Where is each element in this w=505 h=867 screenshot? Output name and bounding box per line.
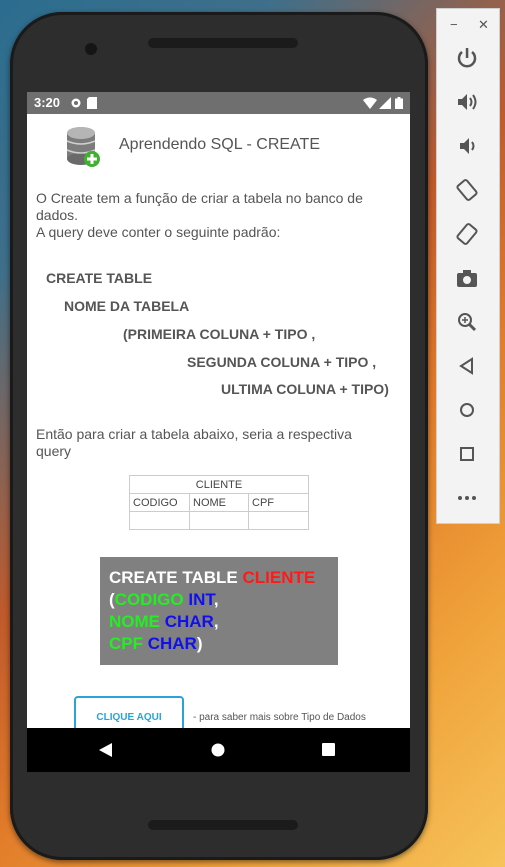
navigation-bar <box>27 728 410 772</box>
cliente-table: CLIENTE CODIGO NOME CPF <box>129 475 309 530</box>
sql-keyword: CREATE TABLE <box>109 568 243 587</box>
table-title-cell: CLIENTE <box>129 475 309 494</box>
front-camera <box>85 43 97 55</box>
pattern-line-2: NOME DA TABELA <box>64 298 190 314</box>
sql-comma: , <box>213 612 219 631</box>
home-icon[interactable] <box>211 743 225 757</box>
back-icon[interactable] <box>99 743 113 757</box>
sql-column-name: CODIGO <box>114 590 184 609</box>
table-header-cell: CPF <box>248 493 309 512</box>
minimize-icon[interactable]: − <box>450 17 458 32</box>
pattern-line-1: CREATE TABLE <box>46 270 153 286</box>
battery-icon <box>395 97 403 109</box>
more-options-icon[interactable] <box>454 485 480 511</box>
sql-column-type: CHAR <box>160 612 214 631</box>
earpiece-speaker <box>148 38 298 48</box>
sql-code-box: CREATE TABLE CLIENTE (CODIGO INT, NOME C… <box>100 557 338 665</box>
intro-text-line-3: A query deve conter o seguinte padrão: <box>36 224 281 240</box>
power-icon[interactable] <box>454 45 480 71</box>
sql-table-name: CLIENTE <box>242 568 316 587</box>
table-header-cell: CODIGO <box>129 493 190 512</box>
device-screen: 3:20 Aprendendo SQL - CREATE O Create te… <box>27 92 410 772</box>
recents-icon[interactable] <box>322 743 335 756</box>
sql-line-2: (CODIGO INT, <box>109 589 219 611</box>
table-empty-cell <box>248 511 309 530</box>
volume-up-icon[interactable] <box>454 89 480 115</box>
sql-close-paren: ) <box>196 634 203 653</box>
pattern-line-5: ULTIMA COLUNA + TIPO) <box>221 381 389 397</box>
sql-line-1: CREATE TABLE CLIENTE <box>109 567 315 589</box>
app-title: Aprendendo SQL - CREATE <box>119 136 320 153</box>
table-header-cell: NOME <box>189 493 249 512</box>
sd-card-icon <box>87 97 97 109</box>
close-icon[interactable]: ✕ <box>478 17 489 33</box>
pattern-line-4: SEGUNDA COLUNA + TIPO , <box>187 354 377 370</box>
sql-line-4: CPF CHAR) <box>109 633 203 655</box>
pattern-line-3: (PRIMEIRA COLUNA + TIPO , <box>123 326 316 342</box>
notification-icon <box>71 98 81 108</box>
example-text-line-1: Então para criar a tabela abaixo, seria … <box>36 426 352 442</box>
bottom-speaker <box>148 820 298 830</box>
app-header: Aprendendo SQL - CREATE <box>27 114 410 169</box>
overview-icon[interactable] <box>454 441 480 467</box>
sql-column-type: CHAR <box>143 634 197 653</box>
app-content: Aprendendo SQL - CREATE O Create tem a f… <box>27 114 410 728</box>
status-bar: 3:20 <box>27 92 410 114</box>
wifi-icon <box>363 97 377 109</box>
table-empty-cell <box>129 511 190 530</box>
intro-text-line-1: O Create tem a função de criar a tabela … <box>36 190 363 206</box>
table-empty-cell <box>189 511 249 530</box>
button-note: - para saber mais sobre Tipo de Dados <box>193 712 366 723</box>
sql-column-name: NOME <box>109 612 160 631</box>
sql-column-name: CPF <box>109 634 143 653</box>
status-time: 3:20 <box>34 95 61 110</box>
signal-icon <box>379 97 391 109</box>
intro-text-line-2: dados. <box>36 207 79 223</box>
sql-column-type: INT <box>183 590 214 609</box>
emulator-control-panel: − ✕ <box>436 8 500 524</box>
sql-line-3: NOME CHAR, <box>109 611 219 633</box>
rotate-right-icon[interactable] <box>454 221 480 247</box>
zoom-icon[interactable] <box>454 309 480 335</box>
database-add-icon <box>66 127 100 167</box>
sql-comma: , <box>213 590 219 609</box>
volume-down-icon[interactable] <box>454 133 480 159</box>
home-icon[interactable] <box>454 397 480 423</box>
rotate-left-icon[interactable] <box>454 177 480 203</box>
clique-aqui-button[interactable]: CLIQUE AQUI <box>74 696 184 728</box>
camera-icon[interactable] <box>454 265 480 291</box>
example-text-line-2: query <box>36 443 72 459</box>
back-icon[interactable] <box>454 353 480 379</box>
